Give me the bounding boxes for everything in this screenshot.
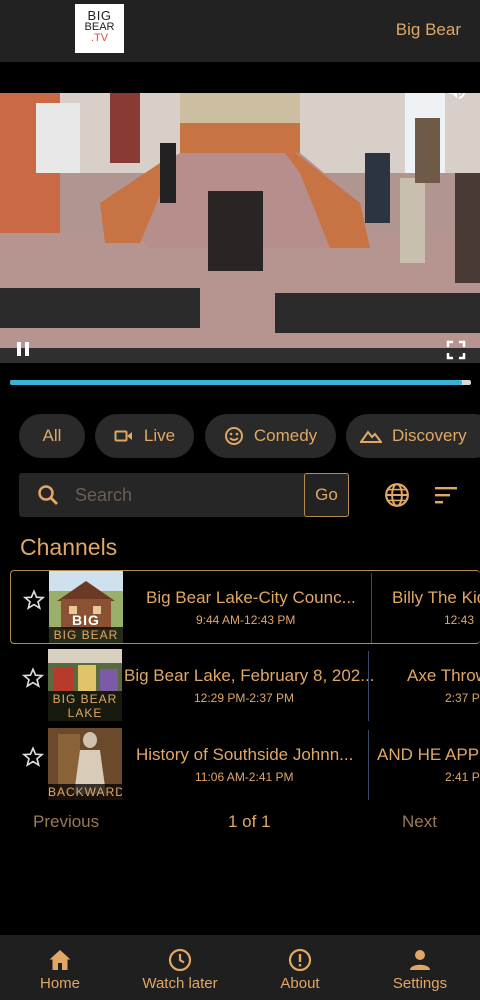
video-frame [0, 93, 480, 363]
sort-icon[interactable] [434, 485, 458, 505]
top-bar: BIG BEAR .TV Big Bear [0, 0, 480, 62]
program-title: Big Bear Lake-City Counc... [146, 588, 356, 607]
mountain-icon [360, 430, 382, 443]
channel-title: Big Bear [395, 20, 461, 39]
nav-about[interactable]: About [240, 935, 360, 1000]
program-time: 9:44 AM-12:43 PM [196, 613, 296, 627]
program-title: Big Bear Lake, February 8, 202... [124, 666, 375, 685]
nav-settings[interactable]: Settings [360, 935, 480, 1000]
filter-chip-all[interactable]: All [19, 414, 85, 458]
channel-row[interactable]: BIG BEAR LAKE Big Bear Lake, February 8,… [10, 649, 480, 723]
next-program-time: 2:41 P [445, 770, 480, 784]
filter-chip-comedy[interactable]: Comedy [205, 414, 336, 458]
program-title: History of Southside Johnn... [136, 745, 354, 764]
nav-watch-later[interactable]: Watch later [120, 935, 240, 1000]
channel-row[interactable]: BIG BIG BEAR Big Bear Lake-City Counc...… [10, 570, 480, 644]
pause-icon[interactable] [14, 340, 32, 358]
star-icon[interactable] [22, 667, 44, 689]
video-camera-icon [114, 430, 132, 442]
program-time: 12:29 PM-2:37 PM [194, 691, 295, 705]
nav-home[interactable]: Home [0, 935, 120, 1000]
next-button[interactable]: Next [402, 812, 437, 832]
bigbear-tv-logo[interactable]: BIG BEAR .TV [75, 4, 124, 53]
section-title: Channels [20, 534, 118, 560]
volume-icon[interactable] [446, 93, 468, 102]
next-program-time: 12:43 [444, 613, 475, 627]
bottom-navigation: Home Watch later About Settings [0, 935, 480, 1000]
filter-chip-discovery[interactable]: Discovery [346, 414, 480, 458]
smiley-icon [224, 427, 243, 445]
channel-thumbnail[interactable]: BIG BEAR LAKE [48, 649, 122, 721]
fullscreen-icon[interactable] [446, 340, 466, 360]
channel-thumbnail[interactable]: BACKWARDS [48, 728, 122, 800]
video-progress-bar[interactable] [10, 380, 471, 385]
video-progress-fill [10, 380, 462, 385]
program-time: 11:06 AM-2:41 PM [195, 770, 294, 784]
search-input[interactable]: Search [75, 485, 132, 506]
go-button[interactable]: Go [304, 473, 349, 517]
page-indicator: 1 of 1 [228, 812, 271, 831]
previous-button[interactable]: Previous [33, 812, 99, 832]
globe-icon[interactable] [384, 482, 410, 508]
search-icon [38, 485, 58, 505]
star-icon[interactable] [23, 589, 45, 611]
search-box[interactable]: Search [19, 473, 349, 517]
next-program-title: AND HE APPE [377, 745, 480, 764]
filter-chip-live[interactable]: Live [95, 414, 194, 458]
next-program-title: Billy The Kid [392, 588, 480, 607]
video-player[interactable] [0, 93, 480, 363]
home-icon [49, 950, 71, 970]
person-icon [410, 950, 430, 970]
row-divider [371, 573, 372, 643]
row-divider [368, 730, 369, 800]
info-icon [288, 948, 312, 972]
row-divider [368, 651, 369, 721]
star-icon[interactable] [22, 746, 44, 768]
channel-row[interactable]: BACKWARDS History of Southside Johnn... … [10, 728, 480, 802]
clock-icon [168, 948, 192, 972]
next-program-time: 2:37 P [445, 691, 480, 705]
next-program-title: Axe Throw [407, 666, 480, 685]
channel-thumbnail[interactable]: BIG BIG BEAR [49, 571, 123, 643]
